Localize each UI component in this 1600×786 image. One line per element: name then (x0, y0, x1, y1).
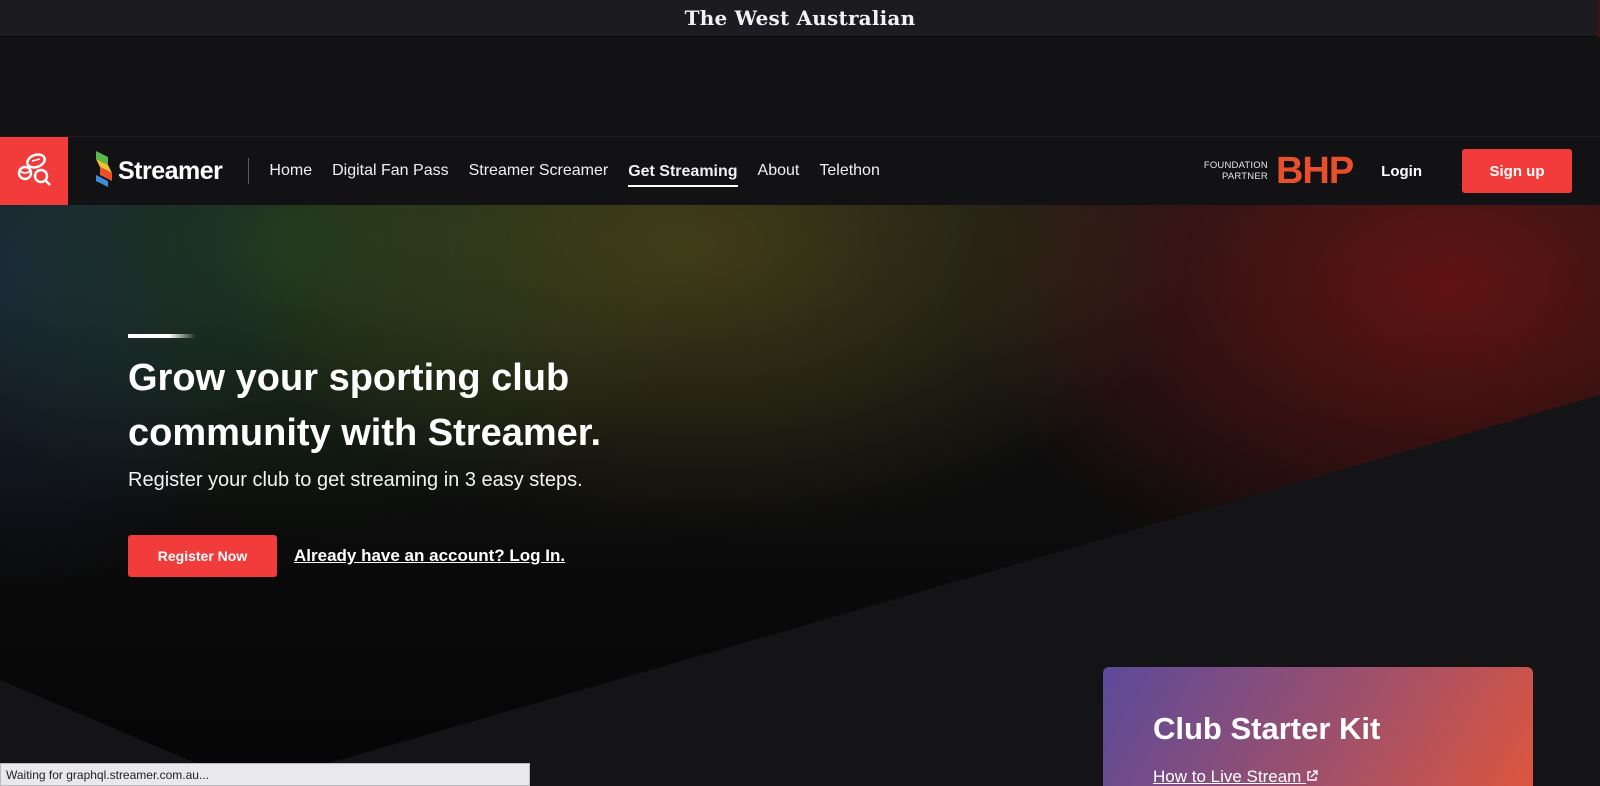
signup-button[interactable]: Sign up (1462, 149, 1572, 193)
register-now-button[interactable]: Register Now (128, 535, 277, 577)
partner-label-line2: PARTNER (1222, 171, 1268, 182)
nav-divider (248, 158, 250, 184)
club-starter-kit-card: Club Starter Kit How to Live Stream (1103, 667, 1533, 786)
nav-link-home[interactable]: Home (269, 156, 312, 186)
nav-link-get-streaming[interactable]: Get Streaming (628, 157, 738, 187)
how-to-live-stream-link[interactable]: How to Live Stream (1153, 767, 1318, 786)
hero-section: Grow your sporting club community with S… (0, 205, 1600, 786)
streamer-logo[interactable]: Streamer (94, 150, 223, 192)
nav-links: Home Digital Fan Pass Streamer Screamer … (269, 155, 899, 187)
masthead-bar: The West Australian (0, 0, 1600, 37)
nav-link-digital-fan-pass[interactable]: Digital Fan Pass (332, 156, 449, 186)
kit-link-label: How to Live Stream (1153, 767, 1302, 786)
status-text: Waiting for graphql.streamer.com.au... (6, 767, 209, 782)
foundation-partner[interactable]: FOUNDATION PARTNER BHP (1204, 149, 1354, 193)
main-navbar: Streamer Home Digital Fan Pass Streamer … (0, 137, 1600, 205)
login-button[interactable]: Login (1381, 163, 1422, 180)
bhp-logo: BHP (1275, 149, 1354, 192)
nav-link-streamer-screamer[interactable]: Streamer Screamer (469, 156, 609, 186)
browser-status-bar: Waiting for graphql.streamer.com.au... (0, 763, 530, 786)
hero-headline: Grow your sporting club community with S… (128, 357, 602, 454)
partner-label: FOUNDATION PARTNER (1204, 160, 1268, 182)
nav-link-about[interactable]: About (758, 156, 800, 186)
accent-line (128, 334, 196, 338)
kit-title: Club Starter Kit (1153, 711, 1381, 746)
login-link[interactable]: Already have an account? Log In. (294, 546, 565, 566)
nav-right: FOUNDATION PARTNER BHP Login Sign up (1204, 137, 1572, 205)
nav-link-telethon[interactable]: Telethon (819, 156, 880, 186)
hero-subtitle: Register your club to get streaming in 3… (128, 469, 583, 491)
ad-space (0, 37, 1600, 137)
sports-balls-icon (14, 149, 54, 194)
sports-badge[interactable] (0, 137, 68, 205)
streamer-s-icon (94, 150, 114, 192)
masthead-title[interactable]: The West Australian (685, 6, 916, 30)
partner-label-line1: FOUNDATION (1203, 160, 1268, 171)
brand-name: Streamer (118, 156, 223, 185)
external-link-icon (1306, 767, 1318, 786)
